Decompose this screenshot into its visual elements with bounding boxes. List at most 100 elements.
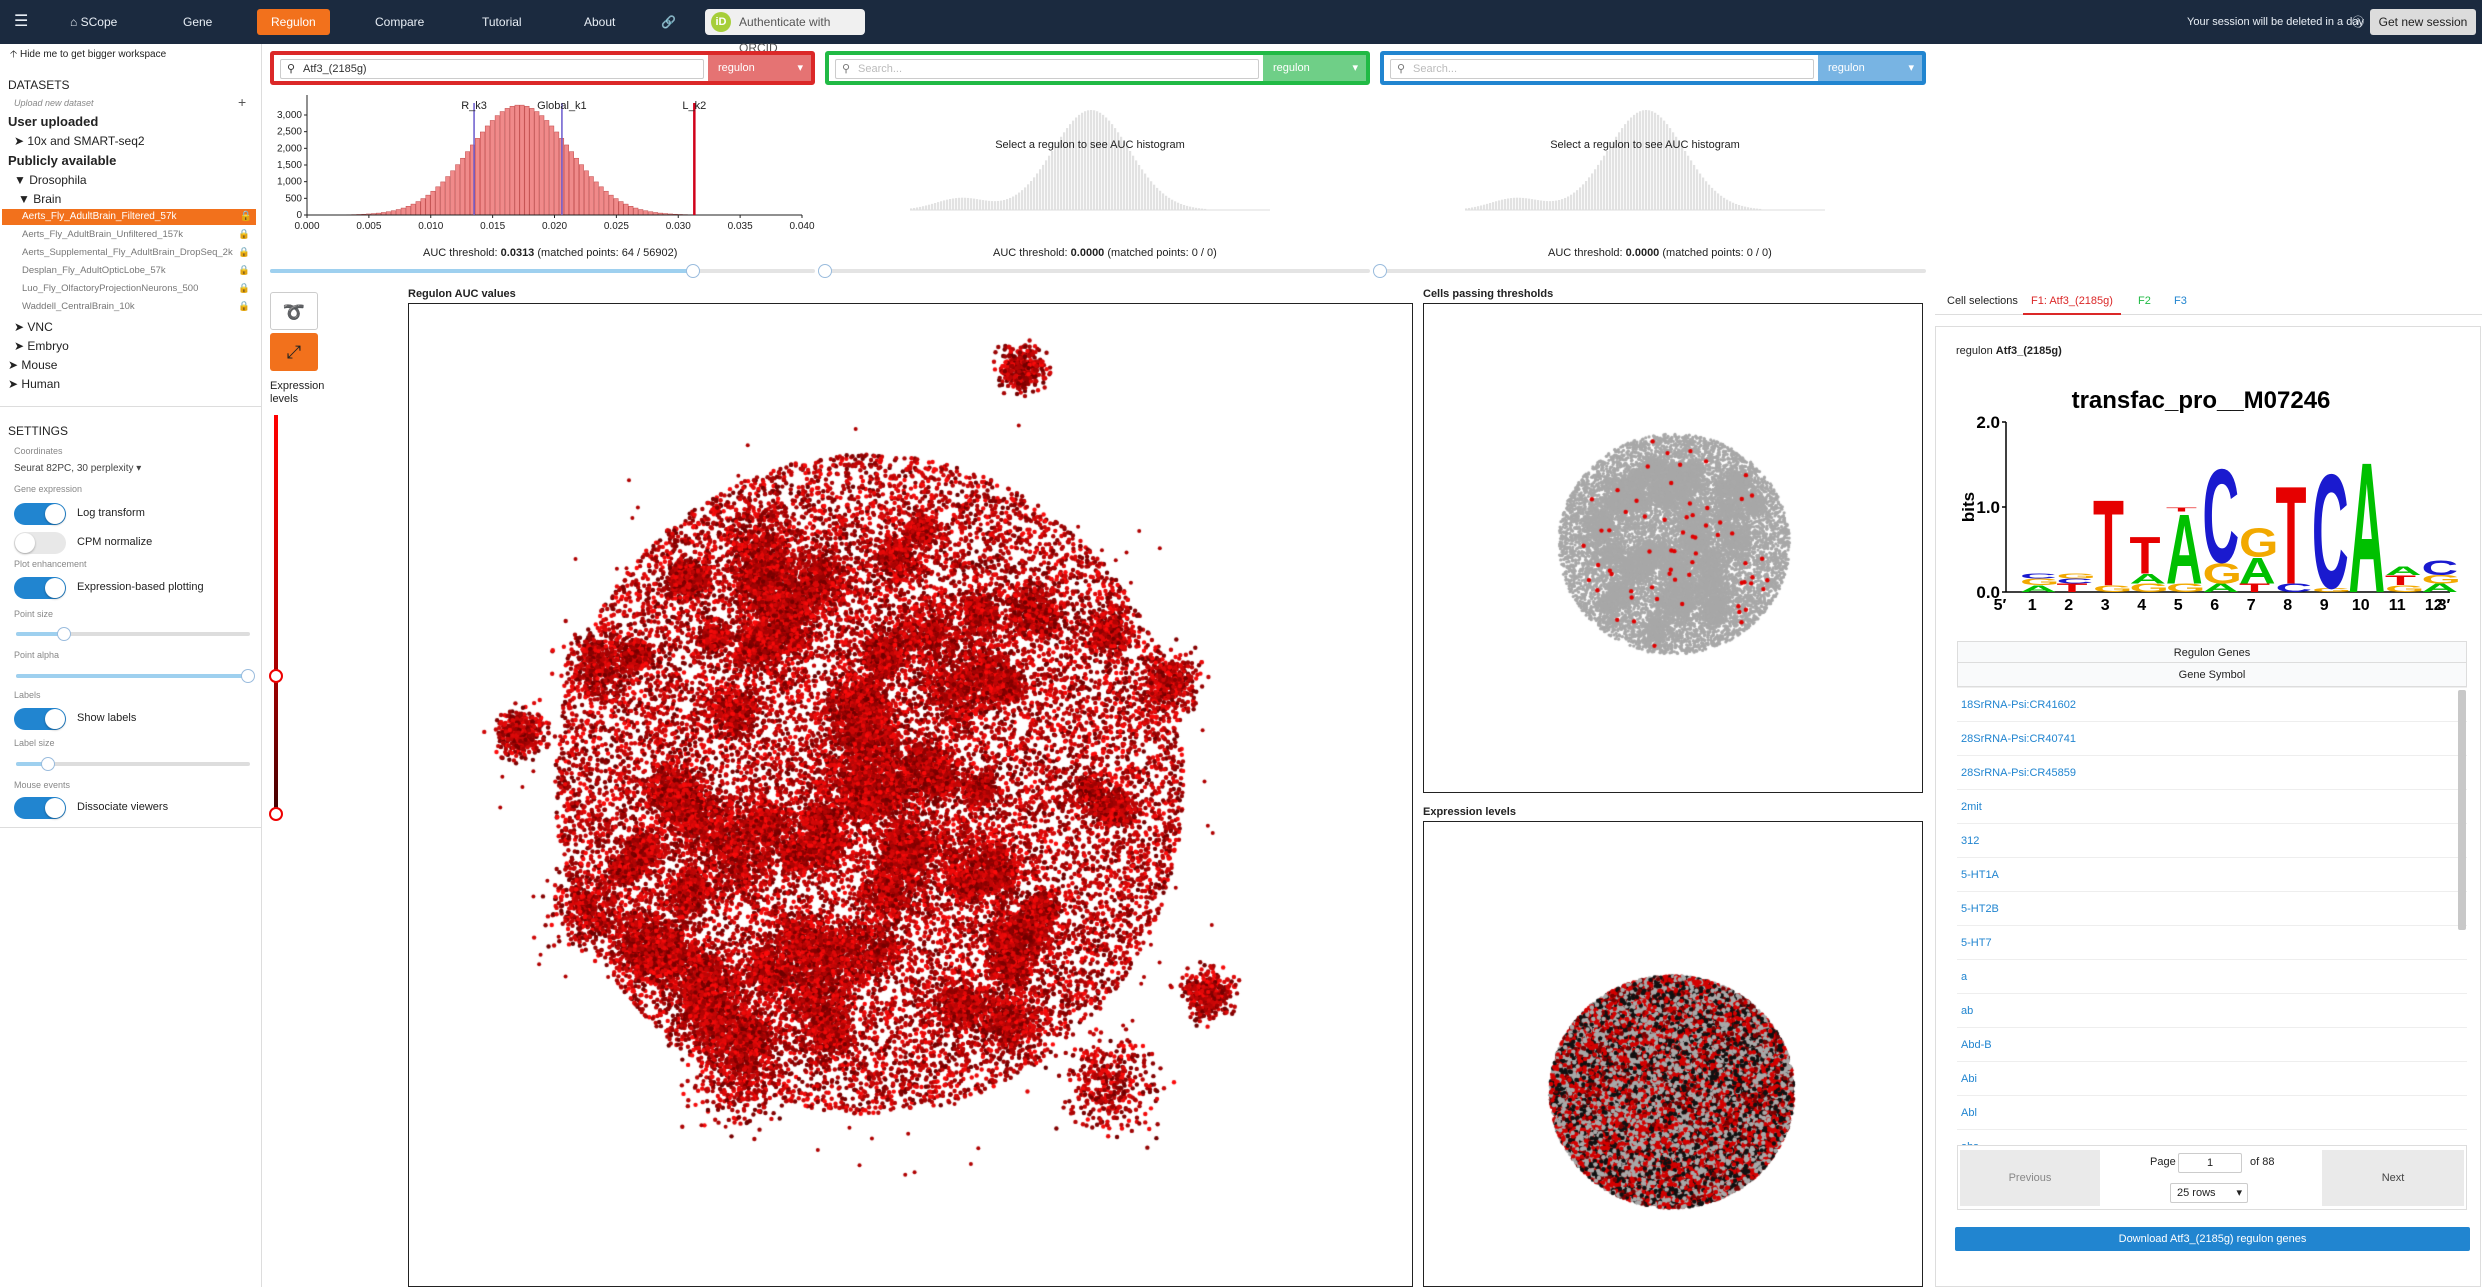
label-size-handle[interactable] [41, 757, 55, 771]
ghost-bar [1600, 160, 1603, 210]
gene-row[interactable]: 2mit [1957, 789, 2467, 823]
dataset-item[interactable]: Desplan_Fly_AdultOpticLobe_57k [22, 265, 166, 276]
y-tick-label: 0 [296, 210, 302, 221]
lock-icon: 🔒 [238, 247, 250, 258]
expression-plotting-toggle[interactable] [14, 577, 66, 599]
dissociate-viewers-toggle[interactable] [14, 797, 66, 819]
log-transform-toggle[interactable] [14, 503, 66, 525]
tab-f1[interactable]: F1: Atf3_(2185g) [2023, 287, 2121, 315]
regulon-search-input-2[interactable]: ⚲ Search... [835, 59, 1259, 79]
color-scale-handle-bottom[interactable] [269, 807, 283, 821]
regulon-search-input-1[interactable]: ⚲ Atf3_(2185g) [280, 59, 704, 79]
dataset-item[interactable]: Aerts_Supplemental_Fly_AdultBrain_DropSe… [22, 247, 233, 258]
auc-histogram[interactable]: 3,000 2,500 2,000 1,500 1,000 500 0 0.000 0.005… [270, 95, 820, 240]
query-type-select-2[interactable]: regulon ▾ [1263, 55, 1366, 81]
histogram-bar [549, 125, 555, 216]
point-alpha-handle[interactable] [241, 669, 255, 683]
gene-row[interactable]: 28SrRNA-Psi:CR45859 [1957, 755, 2467, 789]
hamburger-icon[interactable]: ☰ [14, 0, 28, 44]
download-genes-button[interactable]: Download Atf3_(2185g) regulon genes [1955, 1227, 2470, 1251]
hide-sidebar-link[interactable]: 🡡 Hide me to get bigger workspace [10, 47, 166, 64]
tree-item-embryo[interactable]: ➤ Embryo [14, 339, 69, 353]
ghost-bar [961, 197, 964, 210]
cpm-normalize-toggle[interactable] [14, 532, 66, 554]
page-label: Page [2150, 1156, 2176, 1168]
add-dataset-icon[interactable]: + [238, 94, 246, 110]
tree-item-user[interactable]: ➤ 10x and SMART-seq2 [14, 134, 145, 148]
point-size-handle[interactable] [57, 627, 71, 641]
passing-scatter-panel[interactable] [1423, 303, 1923, 793]
lasso-icon: ➰ [282, 302, 306, 322]
previous-page-button[interactable]: Previous [1960, 1150, 2100, 1206]
table-scrollbar[interactable] [2458, 690, 2466, 930]
orcid-auth-button[interactable]: iD Authenticate with ORCID [705, 9, 865, 55]
ghost-bar [1594, 169, 1597, 210]
gene-row[interactable]: 5-HT2B [1957, 891, 2467, 925]
tsne-scatter-auc[interactable] [409, 304, 1412, 1286]
rows-per-page-select[interactable]: 25 rows ▾ [2170, 1183, 2248, 1203]
tab-cell-selections[interactable]: Cell selections [1947, 287, 2018, 315]
tree-item-drosophila[interactable]: ▼ Drosophila [14, 173, 87, 187]
link-icon[interactable]: 🔗 [661, 0, 676, 44]
threshold-handle-1[interactable] [686, 264, 700, 278]
tsne-scatter-expression[interactable] [1424, 822, 1922, 1286]
regulon-search-input-3[interactable]: ⚲ Search... [1390, 59, 1814, 79]
threshold-handle-3[interactable] [1373, 264, 1387, 278]
gene-row[interactable]: 5-HT7 [1957, 925, 2467, 959]
gene-row[interactable]: Abl [1957, 1095, 2467, 1129]
gene-row[interactable]: Abi [1957, 1061, 2467, 1095]
column-header-gene-symbol[interactable]: Gene Symbol [1957, 663, 2467, 687]
query-type-select-1[interactable]: regulon ▾ [708, 55, 811, 81]
gene-row[interactable]: 5-HT1A [1957, 857, 2467, 891]
ghost-bar [970, 198, 973, 210]
ghost-bar [1129, 150, 1132, 210]
gene-row[interactable]: 18SrRNA-Psi:CR41602 [1957, 687, 2467, 721]
tree-item-mouse[interactable]: ➤ Mouse [8, 358, 57, 372]
nav-about[interactable]: About [584, 0, 615, 44]
nav-compare[interactable]: Compare [375, 0, 424, 44]
tree-item-vnc[interactable]: ➤ VNC [14, 320, 53, 334]
show-labels-toggle[interactable] [14, 708, 66, 730]
dataset-item[interactable]: Waddell_CentralBrain_10k [22, 301, 135, 312]
histogram-bar [395, 209, 401, 216]
lasso-button[interactable]: ➰ [270, 292, 318, 330]
threshold-handle-2[interactable] [818, 264, 832, 278]
gene-row[interactable]: ab [1957, 993, 2467, 1027]
ghost-bar [1081, 112, 1084, 210]
info-icon[interactable]: ⓘ [2352, 0, 2364, 44]
threshold-slider-2[interactable] [825, 269, 1370, 273]
nav-tutorial[interactable]: Tutorial [482, 0, 522, 44]
dataset-item-active[interactable]: Aerts_Fly_AdultBrain_Filtered_57k 🔒 [2, 209, 256, 225]
coordinates-dropdown[interactable]: Seurat 82PC, 30 perplexity ▾ [14, 463, 141, 474]
gene-row[interactable]: 312 [1957, 823, 2467, 857]
query-type-select-3[interactable]: regulon ▾ [1818, 55, 1922, 81]
page-input[interactable]: 1 [2178, 1153, 2242, 1173]
dataset-item[interactable]: Aerts_Fly_AdultBrain_Unfiltered_157k [22, 229, 183, 240]
ghost-bar [1582, 184, 1585, 210]
tsne-scatter-passing[interactable] [1424, 304, 1922, 792]
new-session-button[interactable]: Get new session [2370, 9, 2476, 35]
ghost-bar [1150, 181, 1153, 210]
nav-home[interactable]: ⌂ SCope [70, 0, 117, 44]
nav-gene[interactable]: Gene [183, 0, 212, 44]
nav-regulon[interactable]: Regulon [257, 9, 330, 35]
gene-row[interactable]: Abd-B [1957, 1027, 2467, 1061]
tree-item-human[interactable]: ➤ Human [8, 377, 60, 391]
ghost-bar [1537, 200, 1540, 210]
expression-color-scale[interactable] [274, 415, 278, 815]
auc-scatter-panel[interactable] [408, 303, 1413, 1287]
dataset-item[interactable]: Luo_Fly_OlfactoryProjectionNeurons_500 [22, 283, 198, 294]
tree-item-brain[interactable]: ▼ Brain [18, 192, 61, 206]
expand-button[interactable]: ⤢ [270, 333, 318, 371]
threshold-slider-3[interactable] [1380, 269, 1926, 273]
gene-row[interactable]: a [1957, 959, 2467, 993]
ghost-bar [1612, 141, 1615, 210]
next-page-button[interactable]: Next [2322, 1150, 2464, 1206]
label-size-label: Label size [14, 738, 55, 748]
tab-f3[interactable]: F3 [2174, 287, 2187, 315]
gene-row[interactable]: abs [1957, 1129, 2467, 1145]
gene-row[interactable]: 28SrRNA-Psi:CR40741 [1957, 721, 2467, 755]
tab-f2[interactable]: F2 [2138, 287, 2151, 315]
expression-scatter-panel[interactable] [1423, 821, 1923, 1287]
color-scale-handle-top[interactable] [269, 669, 283, 683]
